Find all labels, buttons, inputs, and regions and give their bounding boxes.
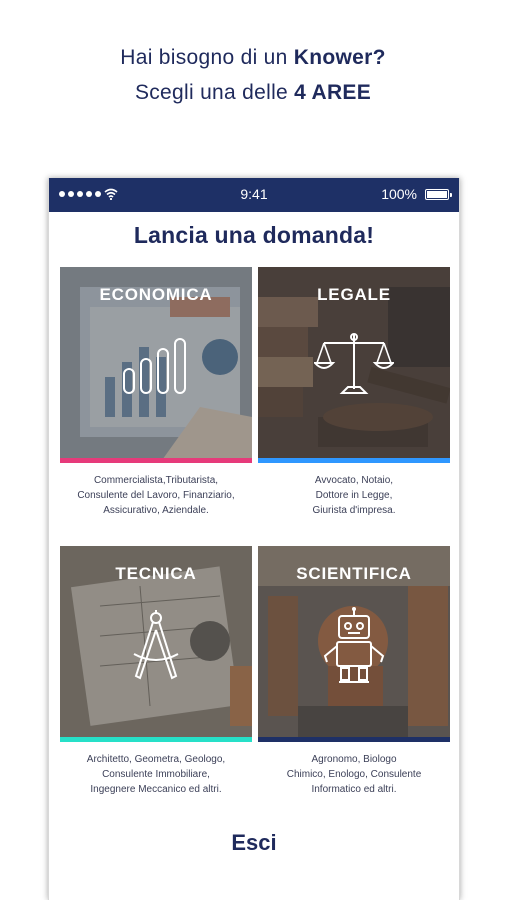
area-card-legale[interactable]: LEGALE <box>258 267 450 463</box>
accent-bar <box>258 737 450 742</box>
promo-text: Hai bisogno di un Knower? Scegli una del… <box>0 40 506 110</box>
battery-icon <box>425 189 452 200</box>
scientifica-description: Agronomo, Biologo Chimico, Enologo, Cons… <box>286 754 422 795</box>
legale-description: Avvocato, Notaio, Dottore in Legge, Giur… <box>312 475 396 516</box>
card-title: LEGALE <box>317 285 391 304</box>
economica-description: Commercialista,Tributarista, Consulente … <box>77 475 235 516</box>
card-title: SCIENTIFICA <box>296 564 412 583</box>
card-title: ECONOMICA <box>99 285 213 304</box>
tecnica-description: Architetto, Geometra, Geologo, Consulent… <box>86 754 226 795</box>
battery-percentage: 100% <box>381 186 417 202</box>
area-card-scientifica[interactable]: SCIENTIFICA <box>258 546 450 742</box>
area-card-economica[interactable]: ECONOMICA <box>60 267 252 463</box>
bar-chart-icon <box>123 338 186 394</box>
card-title: TECNICA <box>115 564 197 583</box>
accent-bar <box>258 458 450 463</box>
accent-bar <box>60 458 252 463</box>
status-bar: 9:41 100% <box>49 178 459 212</box>
promo-line-2: Scegli una delle 4 AREE <box>134 81 372 104</box>
phone-screen: 9:41 100% Lancia una domanda! ECONOMICA <box>48 178 460 900</box>
page-title: Lancia una domanda! <box>133 222 375 248</box>
exit-button[interactable]: Esci <box>49 830 459 856</box>
promo-line-1: Hai bisogno di un Knower? <box>120 46 386 69</box>
compass-icon <box>133 610 179 680</box>
area-card-tecnica[interactable]: TECNICA <box>60 546 252 742</box>
accent-bar <box>60 737 252 742</box>
robot-icon <box>323 607 385 683</box>
scales-icon <box>314 333 394 394</box>
